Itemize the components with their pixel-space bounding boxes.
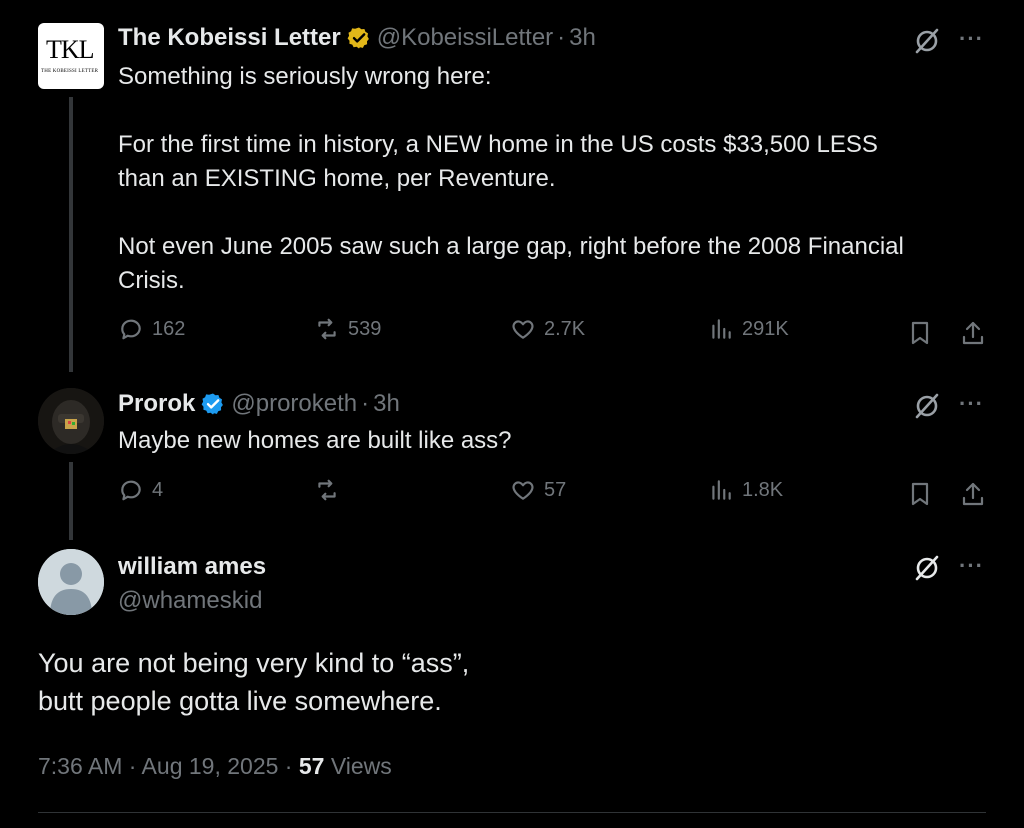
- tweet-text: Maybe new homes are built like ass?: [118, 427, 512, 454]
- avatar-prorok[interactable]: [38, 388, 104, 454]
- reply-button[interactable]: 4: [118, 477, 163, 503]
- tweet-meta: 7:36 AM · Aug 19, 2025 · 57 Views: [38, 753, 392, 780]
- tweet-header: Prorok @proroketh · 3h: [118, 390, 400, 418]
- views-button[interactable]: 291K: [708, 316, 789, 342]
- repost-icon: [318, 318, 336, 340]
- avatar-logo-text: TKL: [46, 35, 95, 64]
- tweet-text-line: butt people gotta live somewhere.: [38, 686, 442, 716]
- divider: [38, 812, 986, 813]
- tweet-text-line: Crisis.: [118, 267, 185, 294]
- dot-separator: ·: [557, 24, 566, 51]
- avatar-image: [38, 388, 104, 454]
- views-button[interactable]: 1.8K: [708, 477, 783, 503]
- avatar-kobeissi[interactable]: TKL THE KOBEISSI LETTER: [38, 23, 104, 89]
- heart-icon: [512, 481, 534, 500]
- reply-button[interactable]: 162: [118, 316, 185, 342]
- views-chart-icon: [712, 480, 731, 500]
- display-name[interactable]: The Kobeissi Letter: [118, 24, 341, 52]
- heart-icon: [512, 320, 534, 339]
- tweet-text: Something is seriously wrong here: For t…: [118, 60, 998, 298]
- display-name[interactable]: william ames: [118, 553, 266, 581]
- timestamp[interactable]: 3h: [373, 390, 400, 418]
- reply-count: 4: [152, 478, 164, 501]
- post-datetime[interactable]: 7:36 AM · Aug 19, 2025 ·: [38, 753, 299, 779]
- view-count: 1.8K: [742, 478, 784, 501]
- thread-line: [69, 97, 73, 372]
- handle[interactable]: @proroketh: [231, 390, 357, 418]
- tweet-text-line: than an EXISTING home, per Reventure.: [118, 165, 556, 192]
- handle[interactable]: @KobeissiLetter: [377, 24, 553, 52]
- tweet-text-line: Not even June 2005 saw such a large gap,…: [118, 233, 904, 260]
- share-icon[interactable]: [960, 319, 986, 347]
- more-options-icon[interactable]: ···: [959, 391, 984, 417]
- bookmark-icon[interactable]: [908, 320, 932, 346]
- tweet-text-line: You are not being very kind to “ass”,: [38, 648, 470, 678]
- more-options-icon[interactable]: ···: [959, 553, 984, 579]
- reply-count: 162: [152, 317, 186, 340]
- thread-line: [69, 462, 73, 540]
- grok-icon[interactable]: [913, 27, 941, 55]
- avatar-logo-subtext: THE KOBEISSI LETTER: [41, 69, 99, 74]
- dot-separator: ·: [361, 390, 370, 417]
- repost-count: 539: [348, 317, 382, 340]
- timestamp[interactable]: 3h: [569, 24, 596, 52]
- tweet-actions: 162 539 2.7K 291K: [118, 316, 998, 352]
- tweet-header: The Kobeissi Letter @KobeissiLetter · 3h: [118, 24, 596, 52]
- default-avatar-icon: [38, 549, 104, 615]
- view-count: 291K: [742, 317, 789, 340]
- verified-gold-badge-icon: [347, 27, 369, 49]
- tweet-actions: 4 57 1.8K: [118, 477, 998, 513]
- views-total[interactable]: 57: [299, 753, 325, 779]
- repost-button[interactable]: [314, 477, 348, 503]
- reply-icon: [121, 319, 141, 340]
- like-count: 57: [544, 478, 567, 501]
- views-chart-icon: [712, 319, 731, 339]
- grok-icon[interactable]: [913, 554, 941, 582]
- tweet-text: You are not being very kind to “ass”, bu…: [38, 644, 469, 720]
- reply-icon: [121, 480, 141, 501]
- like-count: 2.7K: [544, 317, 586, 340]
- bookmark-icon[interactable]: [908, 481, 932, 507]
- more-options-icon[interactable]: ···: [959, 26, 984, 52]
- share-icon[interactable]: [960, 480, 986, 508]
- display-name[interactable]: Prorok: [118, 390, 195, 418]
- tweet-text-line: For the first time in history, a NEW hom…: [118, 131, 878, 158]
- verified-blue-badge-icon: [201, 393, 224, 415]
- handle[interactable]: @whameskid: [118, 587, 262, 615]
- repost-button[interactable]: 539: [314, 316, 381, 342]
- grok-icon[interactable]: [913, 392, 941, 420]
- repost-icon: [318, 479, 336, 501]
- tweet-text-line: Something is seriously wrong here:: [118, 63, 492, 90]
- views-label: Views: [330, 753, 392, 779]
- like-button[interactable]: 57: [510, 477, 566, 503]
- like-button[interactable]: 2.7K: [510, 316, 585, 342]
- avatar-william-ames[interactable]: [38, 549, 104, 615]
